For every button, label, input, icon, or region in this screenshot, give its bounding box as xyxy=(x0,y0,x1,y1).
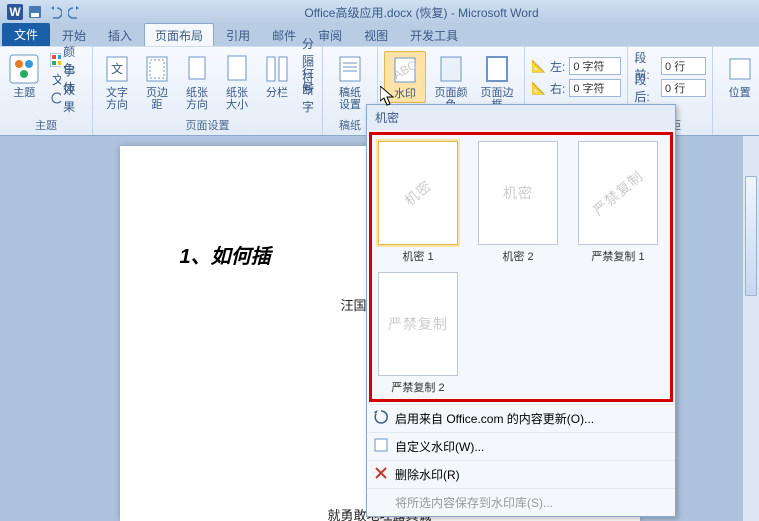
menu-remove-watermark-label: 删除水印(R) xyxy=(395,468,460,482)
svg-text:文: 文 xyxy=(52,72,62,86)
menu-office-update-label: 启用来自 Office.com 的内容更新(O)... xyxy=(395,412,594,426)
menu-remove-watermark[interactable]: 删除水印(R) xyxy=(367,460,675,488)
watermark-custom-icon xyxy=(373,437,389,453)
watermark-text: 严禁复制 xyxy=(388,314,448,334)
spacing-before-input[interactable]: 0 行 xyxy=(661,57,706,75)
titlebar: W Office高级应用.docx (恢复) - Microsoft Word xyxy=(0,0,759,24)
scrollbar-thumb[interactable] xyxy=(745,176,757,296)
indent-right-icon: 📐 xyxy=(531,81,546,95)
watermark-text: 机密 xyxy=(400,176,436,211)
dropdown-category-label: 机密 xyxy=(367,105,675,130)
columns-label: 分栏 xyxy=(266,87,288,99)
size-button[interactable]: 纸张大小 xyxy=(219,51,255,113)
group-arrange-label xyxy=(719,131,759,133)
menu-office-update[interactable]: 启用来自 Office.com 的内容更新(O)... xyxy=(367,404,675,432)
watermark-button[interactable]: ABC水印 xyxy=(384,51,426,103)
window-title: Office高级应用.docx (恢复) - Microsoft Word xyxy=(84,4,759,21)
tab-review[interactable]: 审阅 xyxy=(308,24,352,46)
group-page-setup: 文文字方向 页边距 纸张方向 纸张大小 分栏 分隔符 行号 断字 页面设置 xyxy=(93,47,323,135)
watermark-caption: 严禁复制 1 xyxy=(591,248,644,264)
menu-save-to-gallery: 将所选内容保存到水印库(S)... xyxy=(367,488,675,516)
tab-view[interactable]: 视图 xyxy=(354,24,398,46)
spacing-after-input[interactable]: 0 行 xyxy=(661,79,706,97)
orientation-button[interactable]: 纸张方向 xyxy=(179,51,215,113)
size-label: 纸张大小 xyxy=(221,87,253,111)
watermark-caption: 严禁复制 2 xyxy=(391,379,444,395)
delete-icon xyxy=(373,465,389,481)
margins-button[interactable]: 页边距 xyxy=(139,51,175,113)
group-themes: 主题 颜色 文字体 效果 主题 xyxy=(0,47,93,135)
paper-setup-button[interactable]: 稿纸 设置 xyxy=(329,51,371,113)
refresh-icon xyxy=(373,409,389,425)
watermark-option-confidential-1[interactable]: 机密 机密 1 xyxy=(376,141,460,264)
watermark-text: 严禁复制 xyxy=(589,166,648,220)
tab-insert[interactable]: 插入 xyxy=(98,24,142,46)
word-icon: W xyxy=(6,3,24,21)
watermark-option-donotcopy-1[interactable]: 严禁复制 严禁复制 1 xyxy=(576,141,660,264)
themes-button[interactable]: 主题 xyxy=(6,51,43,101)
effects-button[interactable]: 效果 xyxy=(47,89,86,107)
columns-button[interactable]: 分栏 xyxy=(259,51,295,101)
effects-label: 效果 xyxy=(63,81,83,115)
watermark-label: 水印 xyxy=(394,88,416,100)
menu-save-to-gallery-label: 将所选内容保存到水印库(S)... xyxy=(395,496,553,510)
tab-developer[interactable]: 开发工具 xyxy=(400,24,468,46)
watermark-text: 机密 xyxy=(503,183,533,203)
hyphenation-button[interactable]: 断字 xyxy=(299,89,317,107)
redo-icon[interactable] xyxy=(66,3,84,21)
group-page-setup-label: 页面设置 xyxy=(99,115,316,133)
watermark-dropdown: 机密 机密 机密 1 机密 机密 2 严禁复制 严禁复制 1 严禁复制 严禁复制… xyxy=(366,104,676,517)
spacing-after-label: 段后: xyxy=(634,71,657,105)
tab-references[interactable]: 引用 xyxy=(216,24,260,46)
menu-custom-watermark[interactable]: 自定义水印(W)... xyxy=(367,432,675,460)
themes-label: 主题 xyxy=(13,87,35,99)
orientation-label: 纸张方向 xyxy=(181,87,213,111)
indent-right-input[interactable]: 0 字符 xyxy=(569,79,621,97)
indent-right-label: 右: xyxy=(550,80,565,97)
tab-file[interactable]: 文件 xyxy=(2,23,50,46)
indent-left-icon: 📐 xyxy=(531,59,546,73)
menu-custom-watermark-label: 自定义水印(W)... xyxy=(395,440,484,454)
position-button[interactable]: 位置 xyxy=(719,51,759,101)
margins-label: 页边距 xyxy=(141,87,173,111)
watermark-option-donotcopy-2[interactable]: 严禁复制 严禁复制 2 xyxy=(376,272,460,395)
svg-text:W: W xyxy=(9,5,21,19)
text-direction-button[interactable]: 文文字方向 xyxy=(99,51,135,113)
indent-left-label: 左: xyxy=(550,58,565,75)
svg-text:文: 文 xyxy=(111,61,123,76)
group-paper-label: 稿纸 xyxy=(329,115,371,133)
undo-icon[interactable] xyxy=(46,3,64,21)
save-icon[interactable] xyxy=(26,3,44,21)
indent-left-input[interactable]: 0 字符 xyxy=(569,57,621,75)
watermark-caption: 机密 2 xyxy=(502,248,533,264)
group-themes-label: 主题 xyxy=(6,115,86,133)
watermark-gallery: 机密 机密 1 机密 机密 2 严禁复制 严禁复制 1 严禁复制 严禁复制 2 xyxy=(369,132,673,402)
position-label: 位置 xyxy=(729,87,751,99)
group-arrange: 位置 自动换行 xyxy=(713,47,759,135)
tab-mailings[interactable]: 邮件 xyxy=(262,24,306,46)
paper-setup-label: 稿纸 设置 xyxy=(339,87,361,111)
text-direction-label: 文字方向 xyxy=(101,87,133,111)
hyphenation-label: 断字 xyxy=(302,81,314,115)
quick-access-toolbar: W xyxy=(6,3,84,21)
watermark-option-confidential-2[interactable]: 机密 机密 2 xyxy=(476,141,560,264)
tab-page-layout[interactable]: 页面布局 xyxy=(144,23,214,46)
ribbon-tabs: 文件 开始 插入 页面布局 引用 邮件 审阅 视图 开发工具 xyxy=(0,24,759,46)
vertical-scrollbar[interactable] xyxy=(742,136,759,521)
watermark-caption: 机密 1 xyxy=(402,248,433,264)
